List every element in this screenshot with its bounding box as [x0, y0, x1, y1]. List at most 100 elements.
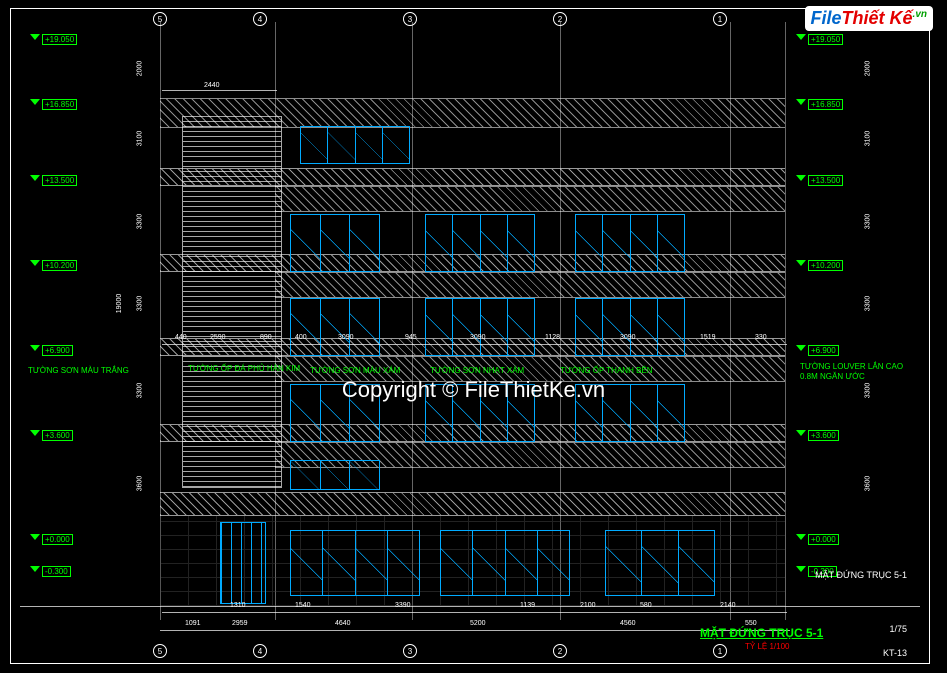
window-l2-1 — [290, 460, 380, 490]
grid-bubble-top-3: 3 — [403, 12, 417, 26]
hdim-mid-7: 1128 — [545, 334, 560, 341]
building-elevation — [160, 98, 785, 608]
elev-marker-right-2: +13.500 — [796, 175, 843, 186]
hdim-ground-0: 1310 — [230, 602, 246, 609]
note-shaft: TƯỜNG ỐP ĐÁ PHỦ HÀN KIM — [188, 364, 300, 374]
cad-canvas: 2440 +19.050+16.850+13.500+10.200+6.900+… — [0, 0, 947, 673]
logo-part-c: .vn — [913, 9, 927, 20]
vdim-0: 2000 — [136, 61, 143, 77]
side-drawing-label: MẶT ĐỨNG TRỤC 5-1 — [815, 570, 907, 580]
louver-shaft — [182, 116, 282, 488]
grid-bubble-bottom-3: 3 — [403, 644, 417, 658]
drawing-scale: TỶ LỆ 1/100 — [745, 642, 789, 651]
hdim-mid-0: 440 — [175, 334, 187, 341]
hdim-ground-2: 3390 — [395, 602, 411, 609]
logo-part-b: Thiết Kế — [842, 8, 913, 28]
elev-marker-right-1: +16.850 — [796, 99, 843, 110]
vdim-r-1: 3100 — [864, 131, 871, 147]
hdim-ground-6: 2140 — [720, 602, 736, 609]
elev-marker-left-1: +16.850 — [30, 99, 77, 110]
grid-bubble-bottom-4: 4 — [253, 644, 267, 658]
balcony-l5 — [275, 186, 785, 212]
elev-marker-left-4: +6.900 — [30, 345, 73, 356]
balcony-l4 — [275, 272, 785, 298]
window-l5-3 — [575, 214, 685, 272]
elev-marker-left-7: -0.300 — [30, 566, 71, 577]
grid-bubble-top-1: 1 — [713, 12, 727, 26]
hdim-ground-3: 1139 — [520, 602, 535, 609]
vdim-r-0: 2000 — [864, 61, 871, 77]
ground-line — [20, 606, 920, 607]
grid-bubble-top-5: 5 — [153, 12, 167, 26]
elev-marker-left-0: +19.050 — [30, 34, 77, 45]
window-l4-2 — [425, 298, 535, 356]
hdim-bottom-2: 4640 — [335, 620, 351, 627]
hdim-bottom-3: 5200 — [470, 620, 486, 627]
hdim-mid-10: 330 — [755, 334, 767, 341]
vdim-3: 3300 — [136, 296, 143, 312]
hdim-mid-9: 1519 — [700, 334, 716, 341]
hdim-mid-5: 945 — [405, 334, 417, 341]
dim-2440: 2440 — [204, 82, 220, 89]
watermark-logo: FileThiết Kế.vn — [805, 6, 933, 31]
window-l3-2 — [425, 384, 535, 442]
vdim-4: 3300 — [136, 383, 143, 399]
elev-marker-right-6: +0.000 — [796, 534, 839, 545]
elev-marker-left-5: +3.600 — [30, 430, 73, 441]
grid-bubble-bottom-2: 2 — [553, 644, 567, 658]
vdim-1: 3100 — [136, 131, 143, 147]
hdim-mid-8: 3090 — [620, 334, 636, 341]
elev-marker-right-5: +3.600 — [796, 430, 839, 441]
hdim-mid-1: 2590 — [210, 334, 226, 341]
storefront-3 — [605, 530, 715, 596]
scale-text: 1/75 — [889, 624, 907, 634]
vdim-r-2: 3300 — [864, 214, 871, 230]
note-right: TƯỜNG LOUVER LẮN CAO 0.8M NGĂN ƯỚC — [800, 362, 920, 382]
storefront-2 — [440, 530, 570, 596]
elev-marker-right-4: +6.900 — [796, 345, 839, 356]
window-l4-3 — [575, 298, 685, 356]
dimline-mid — [162, 344, 787, 345]
hdim-bottom-0: 1091 — [185, 620, 201, 627]
dimline-bottom — [160, 630, 790, 631]
hdim-mid-3: 400 — [295, 334, 307, 341]
sheet-number: KT-13 — [883, 648, 907, 658]
note-mid3: TƯỜNG ỐP THANH BÊN — [560, 366, 653, 376]
note-mid2: TƯỜNG SƠN NHẠT XÁM — [430, 366, 524, 376]
drawing-title: MẶT ĐỨNG TRỤC 5-1 — [700, 626, 823, 640]
hdim-bottom-4: 4560 — [620, 620, 636, 627]
vdim-r-3: 3300 — [864, 296, 871, 312]
elev-marker-left-2: +13.500 — [30, 175, 77, 186]
vdim-2: 3300 — [136, 214, 143, 230]
elev-marker-left-6: +0.000 — [30, 534, 73, 545]
window-roof — [300, 126, 410, 164]
vdim-5: 3600 — [136, 476, 143, 492]
dimline-ground-a — [162, 612, 787, 613]
ext-line — [785, 22, 786, 620]
canopy-l1 — [160, 492, 785, 516]
window-l5-2 — [425, 214, 535, 272]
window-l5-1 — [290, 214, 380, 272]
vdim-r-4: 3300 — [864, 383, 871, 399]
hdim-ground-5: 580 — [640, 602, 652, 609]
hdim-mid-2: 890 — [260, 334, 272, 341]
note-left-wall: TƯỜNG SƠN MÀU TRẮNG — [28, 366, 129, 376]
dimline-top — [162, 90, 277, 91]
hdim-ground-1: 1540 — [295, 602, 311, 609]
entry-door — [220, 522, 266, 604]
window-l3-1 — [290, 384, 380, 442]
grid-bubble-bottom-1: 1 — [713, 644, 727, 658]
elev-marker-right-3: +10.200 — [796, 260, 843, 271]
hdim-mid-6: 3090 — [470, 334, 486, 341]
vdim-r-5: 3600 — [864, 476, 871, 492]
elev-marker-left-3: +10.200 — [30, 260, 77, 271]
window-l3-3 — [575, 384, 685, 442]
elev-marker-right-0: +19.050 — [796, 34, 843, 45]
storefront-1 — [290, 530, 420, 596]
dim-total-height: 19000 — [116, 294, 123, 313]
grid-bubble-bottom-5: 5 — [153, 644, 167, 658]
hdim-mid-4: 3090 — [338, 334, 354, 341]
hdim-ground-4: 2100 — [580, 602, 596, 609]
logo-part-a: File — [811, 8, 842, 28]
grid-bubble-top-4: 4 — [253, 12, 267, 26]
